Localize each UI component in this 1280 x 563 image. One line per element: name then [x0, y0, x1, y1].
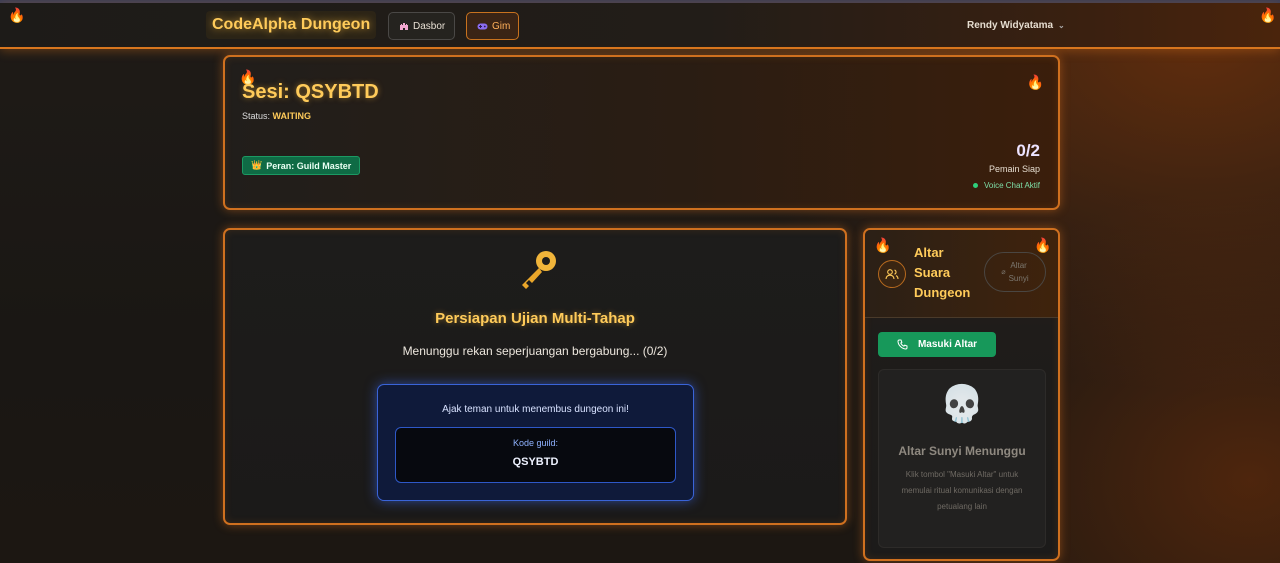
altar-empty-title: Altar Sunyi Menunggu [898, 444, 1026, 458]
status-value: WAITING [272, 111, 312, 121]
flame-icon: 🔥 [8, 7, 26, 23]
voice-altar-title-line: Suara [914, 265, 951, 280]
ready-label: Pemain Siap [988, 164, 1040, 174]
nav-game-label: Gim [492, 20, 511, 32]
crown-icon: 👑 [251, 160, 263, 170]
user-menu[interactable]: Rendy Widyatama ⌄ [967, 20, 1065, 31]
brand-logo[interactable]: CodeAlpha Dungeon [206, 11, 377, 39]
gamepad-icon [477, 22, 488, 31]
online-dot-icon [972, 183, 978, 188]
chevron-down-icon: ⌄ [1058, 21, 1065, 30]
guild-code-box[interactable]: Kode guild: QSYBTD [395, 427, 676, 483]
nav-dashboard-button[interactable]: Dasbor [388, 12, 455, 40]
exam-prep-title: Persiapan Ujian Multi-Tahap [435, 310, 635, 327]
altar-silent-label-line: Sunyi [1008, 274, 1029, 283]
voice-chat-status: Voice Chat Aktif [972, 181, 1040, 190]
session-title: Sesi: QSYBTD [242, 81, 379, 103]
users-icon [878, 260, 906, 288]
guild-code-value[interactable]: QSYBTD [396, 456, 675, 468]
voice-altar-title: Altar Suara Dungeon [914, 243, 984, 303]
phone-icon [897, 339, 908, 350]
user-name: Rendy Widyatama [967, 20, 1054, 31]
voice-chat-status-label: Voice Chat Aktif [983, 181, 1040, 190]
flame-icon: 🔥 [1026, 74, 1044, 90]
invite-box: Ajak teman untuk menembus dungeon ini! K… [377, 384, 694, 501]
flame-icon: 🔥 [874, 237, 892, 253]
invite-text: Ajak teman untuk menembus dungeon ini! [442, 404, 629, 415]
voice-altar-title-line: Dungeon [914, 285, 971, 300]
voice-altar-card: 🔥 🔥 Altar Suara Dungeon ⌀ Altar Sunyi Ma… [863, 228, 1060, 561]
voice-altar-title-line: Altar [914, 245, 944, 260]
altar-silent-label-line: Altar [1010, 261, 1027, 270]
altar-silent-toggle[interactable]: ⌀ Altar Sunyi [984, 252, 1046, 292]
status-label: Status: [242, 111, 271, 121]
guild-code-label: Kode guild: [512, 438, 559, 448]
session-card: 🔥 🔥 Sesi: QSYBTD Status: WAITING 👑 Peran… [223, 55, 1060, 210]
key-icon [522, 251, 556, 289]
flame-icon: 🔥 [1259, 7, 1277, 23]
altar-empty-state: 💀 Altar Sunyi Menunggu Klik tombol "Masu… [878, 369, 1046, 548]
altar-empty-description: Klik tombol "Masuki Altar" untuk memulai… [901, 470, 1023, 511]
session-status: Status: WAITING [242, 111, 311, 121]
skull-icon: 💀 [939, 383, 985, 424]
voice-altar-header: 🔥 🔥 Altar Suara Dungeon ⌀ Altar Sunyi [865, 230, 1058, 318]
exam-prep-card: Persiapan Ujian Multi-Tahap Menunggu rek… [223, 228, 847, 525]
ready-count: 0/2 [1016, 141, 1040, 160]
waiting-text: Menunggu rekan seperjuangan bergabung...… [402, 344, 668, 358]
role-badge-label: Peran: Guild Master [266, 160, 352, 171]
altar-silent-label: Altar Sunyi [1009, 259, 1029, 285]
enter-altar-label: Masuki Altar [917, 339, 978, 350]
role-badge: 👑 Peran: Guild Master [242, 156, 361, 175]
nav-dashboard-label: Dasbor [413, 20, 446, 32]
enter-altar-button[interactable]: Masuki Altar [878, 332, 996, 357]
nav-game-button[interactable]: Gim [466, 12, 519, 40]
castle-icon [399, 21, 409, 31]
mic-off-icon: ⌀ [1001, 268, 1006, 276]
top-navbar: 🔥 CodeAlpha Dungeon Dasbor Gim Rendy Wid… [0, 3, 1280, 49]
flame-icon: 🔥 [1034, 237, 1052, 253]
